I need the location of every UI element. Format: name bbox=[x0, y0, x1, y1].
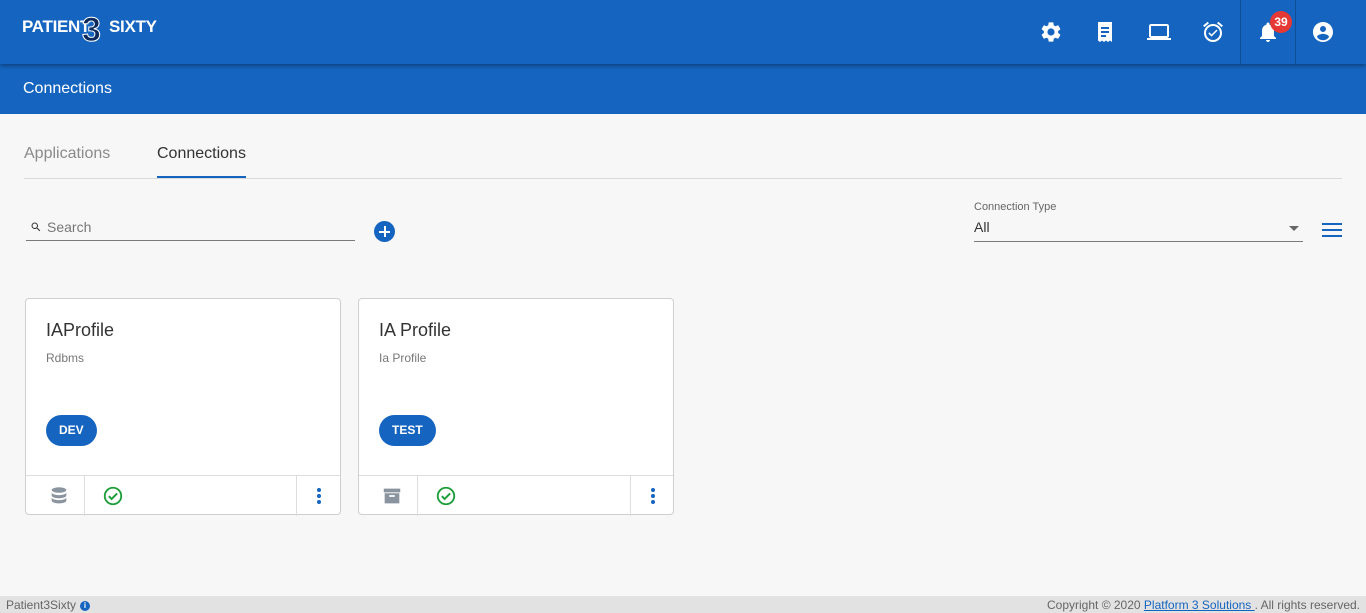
settings-button[interactable] bbox=[1039, 20, 1063, 44]
devices-button[interactable] bbox=[1147, 20, 1171, 44]
toolbar-divider bbox=[1295, 0, 1296, 64]
copyright-prefix: Copyright © 2020 bbox=[1047, 598, 1141, 612]
chevron-down-icon bbox=[1289, 226, 1299, 231]
more-vert-icon[interactable] bbox=[651, 488, 655, 504]
page-footer: Patient3Sixty i Copyright © 2020 Platform… bbox=[0, 596, 1366, 613]
laptop-icon bbox=[1147, 24, 1171, 40]
add-connection-button[interactable] bbox=[374, 221, 395, 242]
company-link[interactable]: Platform 3 Solutions bbox=[1144, 598, 1255, 612]
page-header: Connections bbox=[0, 64, 1366, 114]
page-title: Connections bbox=[23, 80, 112, 97]
database-icon bbox=[48, 485, 70, 507]
copyright-suffix: . All rights reserved. bbox=[1254, 598, 1360, 612]
scheduler-button[interactable] bbox=[1201, 20, 1225, 44]
top-app-bar: PATIENT 3 SIXTY 39 bbox=[0, 0, 1366, 64]
more-vert-icon[interactable] bbox=[317, 488, 321, 504]
logo-text-left: PATIENT bbox=[22, 17, 91, 36]
tab-connections[interactable]: Connections bbox=[157, 145, 246, 163]
toolbar-divider bbox=[1240, 0, 1241, 64]
environment-chip: TEST bbox=[379, 415, 436, 446]
search-icon bbox=[30, 221, 42, 233]
info-icon[interactable]: i bbox=[80, 600, 91, 611]
environment-chip: DEV bbox=[46, 415, 97, 446]
tab-bar: Applications Connections bbox=[24, 114, 1342, 179]
footer-copyright: Copyright © 2020 Platform 3 Solutions . … bbox=[1047, 598, 1360, 612]
connection-card[interactable]: IA Profile Ia Profile TEST bbox=[358, 298, 674, 516]
list-view-button[interactable] bbox=[1322, 223, 1342, 237]
check-circle-icon bbox=[435, 485, 457, 507]
footer-app-name: Patient3Sixty bbox=[6, 598, 77, 612]
card-footer bbox=[26, 475, 340, 516]
connection-type-label: Connection Type bbox=[974, 201, 1057, 213]
tab-applications[interactable]: Applications bbox=[24, 145, 110, 163]
footer-app-info: Patient3Sixty i bbox=[6, 598, 91, 612]
account-circle-icon bbox=[1313, 22, 1333, 42]
connection-type-select[interactable]: All bbox=[974, 216, 1303, 242]
menu-icon bbox=[1322, 223, 1342, 225]
reports-button[interactable] bbox=[1093, 20, 1117, 44]
card-title: IA Profile bbox=[379, 320, 452, 340]
alarm-check-icon bbox=[1203, 21, 1223, 42]
card-subtitle: Ia Profile bbox=[379, 351, 427, 365]
card-subtitle: Rdbms bbox=[46, 351, 85, 365]
receipt-icon bbox=[1098, 22, 1112, 42]
account-button[interactable] bbox=[1311, 20, 1335, 44]
archive-icon bbox=[381, 485, 403, 507]
check-circle-icon bbox=[102, 485, 124, 507]
logo-text-right: SIXTY bbox=[109, 17, 157, 36]
connection-type-value: All bbox=[974, 219, 990, 235]
logo-three-mark: 3 bbox=[82, 11, 102, 50]
search-input[interactable] bbox=[47, 218, 347, 236]
card-footer bbox=[359, 475, 673, 516]
card-title: IAProfile bbox=[46, 320, 115, 340]
search-field bbox=[26, 214, 355, 241]
gear-icon bbox=[1041, 22, 1061, 42]
notification-count-badge: 39 bbox=[1270, 11, 1292, 33]
connection-card[interactable]: IAProfile Rdbms DEV bbox=[25, 298, 341, 516]
active-tab-indicator bbox=[157, 176, 246, 178]
